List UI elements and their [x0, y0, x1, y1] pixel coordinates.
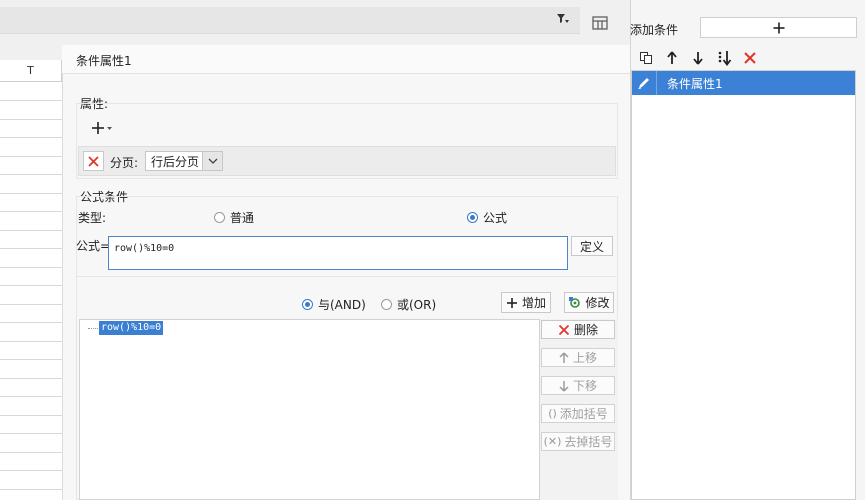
sheet-row-line: [0, 137, 62, 138]
condition-list-item-label: 条件属性1: [667, 76, 723, 91]
move-down-label: 下移: [572, 379, 597, 393]
delete-label: 删除: [573, 323, 598, 337]
define-button[interactable]: 定义: [571, 236, 613, 256]
close-icon: [558, 324, 570, 335]
type-radio-formula[interactable]: 公式: [467, 209, 507, 226]
tree-connector: [88, 328, 98, 329]
spreadsheet-header-gap: [0, 45, 62, 60]
sheet-row-line: [0, 396, 62, 397]
chevron-down-icon[interactable]: [202, 152, 222, 170]
type-normal-label: 普通: [230, 211, 255, 225]
move-up-button[interactable]: 上移: [541, 348, 615, 367]
add-condition-item-button[interactable]: 增加: [501, 292, 551, 313]
sheet-row-line: [0, 267, 62, 268]
add-attribute-button[interactable]: [86, 118, 116, 138]
condition-tree[interactable]: [79, 319, 540, 500]
condition-list-item[interactable]: 条件属性1: [632, 71, 855, 95]
add-condition-label: 添加条件: [630, 23, 679, 37]
pagination-select-value: 行后分页: [151, 154, 200, 169]
add-bracket-button[interactable]: () 添加括号: [541, 404, 615, 423]
sheet-row-line: [0, 174, 62, 175]
sheet-row-line: [0, 489, 62, 490]
sheet-row-line: [0, 248, 62, 249]
type-formula-label: 公式: [483, 211, 508, 225]
type-radio-normal[interactable]: 普通: [214, 209, 254, 226]
modify-label: 修改: [585, 296, 610, 310]
pagination-label: 分页:: [110, 156, 139, 170]
logic-or-label: 或(OR): [397, 298, 437, 312]
dialog-title: 条件属性1: [76, 54, 132, 68]
move-down-icon[interactable]: [690, 50, 706, 66]
move-up-icon[interactable]: [664, 50, 680, 66]
sheet-row-line: [0, 211, 62, 212]
filter-icon[interactable]: [556, 12, 570, 26]
arrow-up-icon: [559, 351, 569, 363]
delete-attribute-button[interactable]: [83, 151, 104, 171]
type-label: 类型:: [78, 211, 107, 225]
sheet-row-line: [0, 433, 62, 434]
sheet-row-line: [0, 322, 62, 323]
column-header-t[interactable]: T: [0, 60, 62, 82]
pencil-icon: [632, 71, 657, 95]
divider: [76, 276, 616, 277]
add-bracket-label: 添加括号: [559, 407, 608, 421]
sheet-row-line: [0, 378, 62, 379]
delete-button[interactable]: 删除: [541, 320, 615, 339]
sheet-row-line: [0, 470, 62, 471]
sheet-row-line: [0, 119, 62, 120]
logic-radio-and[interactable]: 与(AND): [302, 296, 366, 313]
add-label: 增加: [521, 296, 546, 310]
radio-and[interactable]: [302, 299, 313, 310]
formula-label: 公式=: [76, 239, 111, 253]
freeze-panes-icon[interactable]: [584, 8, 616, 38]
plus-dropdown-icon: [92, 122, 112, 134]
formula-input[interactable]: row()%10=0: [108, 236, 568, 270]
sheet-row-line: [0, 100, 62, 101]
remove-bracket-button[interactable]: (✕) 去掉括号: [541, 432, 615, 451]
modify-button[interactable]: 修改: [564, 292, 614, 313]
copy-icon[interactable]: [638, 50, 654, 66]
sheet-row-line: [0, 156, 62, 157]
column-header-strip: [0, 7, 580, 34]
plus-icon: [506, 297, 517, 308]
condition-list: [631, 70, 856, 500]
plus-icon: [773, 22, 784, 33]
radio-formula[interactable]: [467, 212, 478, 223]
sheet-row-line: [0, 230, 62, 231]
radio-or[interactable]: [381, 299, 392, 310]
arrow-down-icon: [559, 380, 569, 392]
move-to-bottom-icon[interactable]: [716, 50, 732, 66]
radio-normal[interactable]: [214, 212, 225, 223]
move-up-label: 上移: [572, 351, 597, 365]
logic-radio-or[interactable]: 或(OR): [381, 296, 436, 313]
add-condition-button[interactable]: [700, 17, 857, 38]
close-icon: [88, 155, 99, 167]
gear-edit-icon: [569, 296, 581, 308]
sheet-row-line: [0, 285, 62, 286]
sheet-row-line: [0, 415, 62, 416]
sheet-row-line: [0, 193, 62, 194]
sheet-row-line: [0, 452, 62, 453]
condition-list-toolbar: [632, 46, 856, 70]
bracket-icon: (): [548, 407, 557, 420]
delete-condition-icon[interactable]: [742, 50, 758, 66]
tree-item-selected[interactable]: row()%10=0: [99, 321, 164, 335]
spreadsheet-grid: [0, 45, 62, 500]
sheet-row-line: [0, 341, 62, 342]
remove-bracket-icon: (✕): [543, 435, 562, 448]
remove-bracket-label: 去掉括号: [564, 435, 613, 449]
pagination-select[interactable]: 行后分页: [145, 151, 223, 171]
dialog-title-bar: [62, 45, 630, 74]
sheet-row-line: [0, 359, 62, 360]
move-down-button[interactable]: 下移: [541, 376, 615, 395]
logic-and-label: 与(AND): [318, 298, 366, 312]
sheet-row-line: [0, 304, 62, 305]
